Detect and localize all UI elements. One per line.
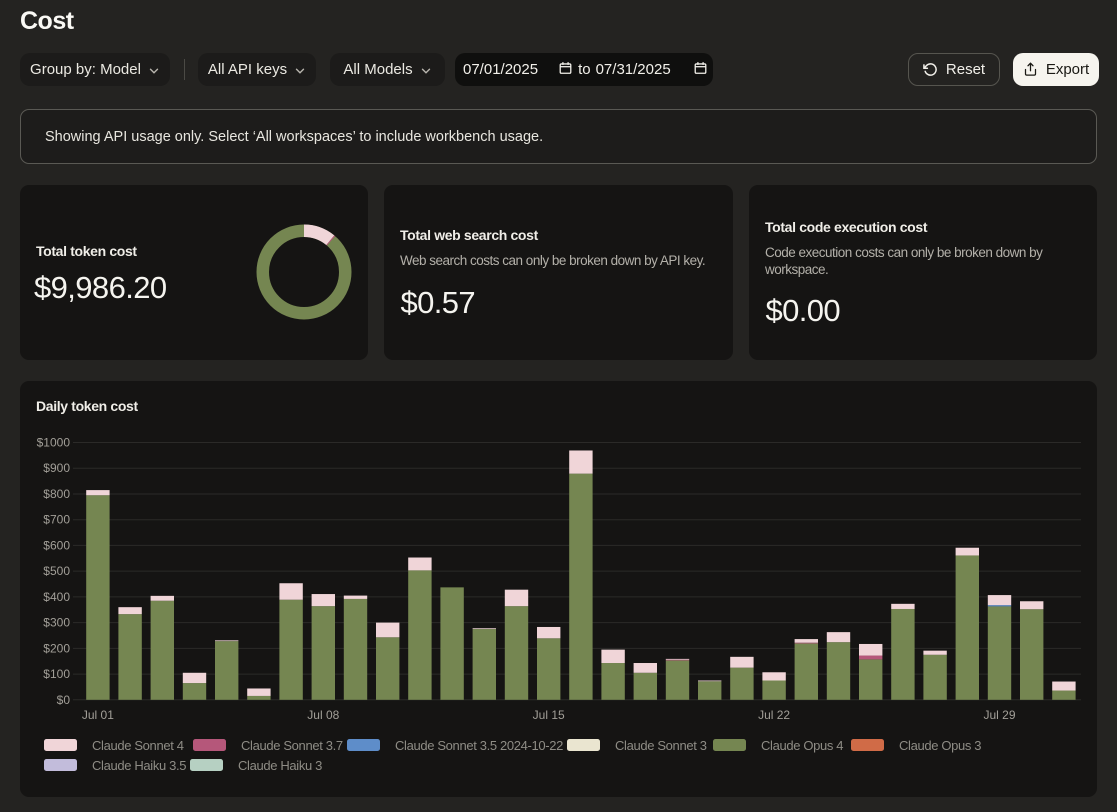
svg-text:$400: $400 (43, 590, 70, 604)
svg-text:$800: $800 (43, 487, 70, 501)
svg-text:Jul 08: Jul 08 (307, 708, 339, 722)
svg-text:$100: $100 (43, 667, 70, 681)
svg-text:$0: $0 (57, 693, 71, 707)
svg-text:$600: $600 (43, 538, 70, 552)
svg-text:Jul 15: Jul 15 (533, 708, 565, 722)
svg-text:Jul 29: Jul 29 (983, 708, 1015, 722)
svg-text:$700: $700 (43, 513, 70, 527)
svg-text:$300: $300 (43, 616, 70, 630)
svg-text:$200: $200 (43, 641, 70, 655)
svg-text:$900: $900 (43, 461, 70, 475)
svg-text:$1000: $1000 (37, 436, 71, 450)
svg-text:Jul 01: Jul 01 (82, 708, 114, 722)
svg-text:$500: $500 (43, 564, 70, 578)
svg-text:Jul 22: Jul 22 (758, 708, 790, 722)
